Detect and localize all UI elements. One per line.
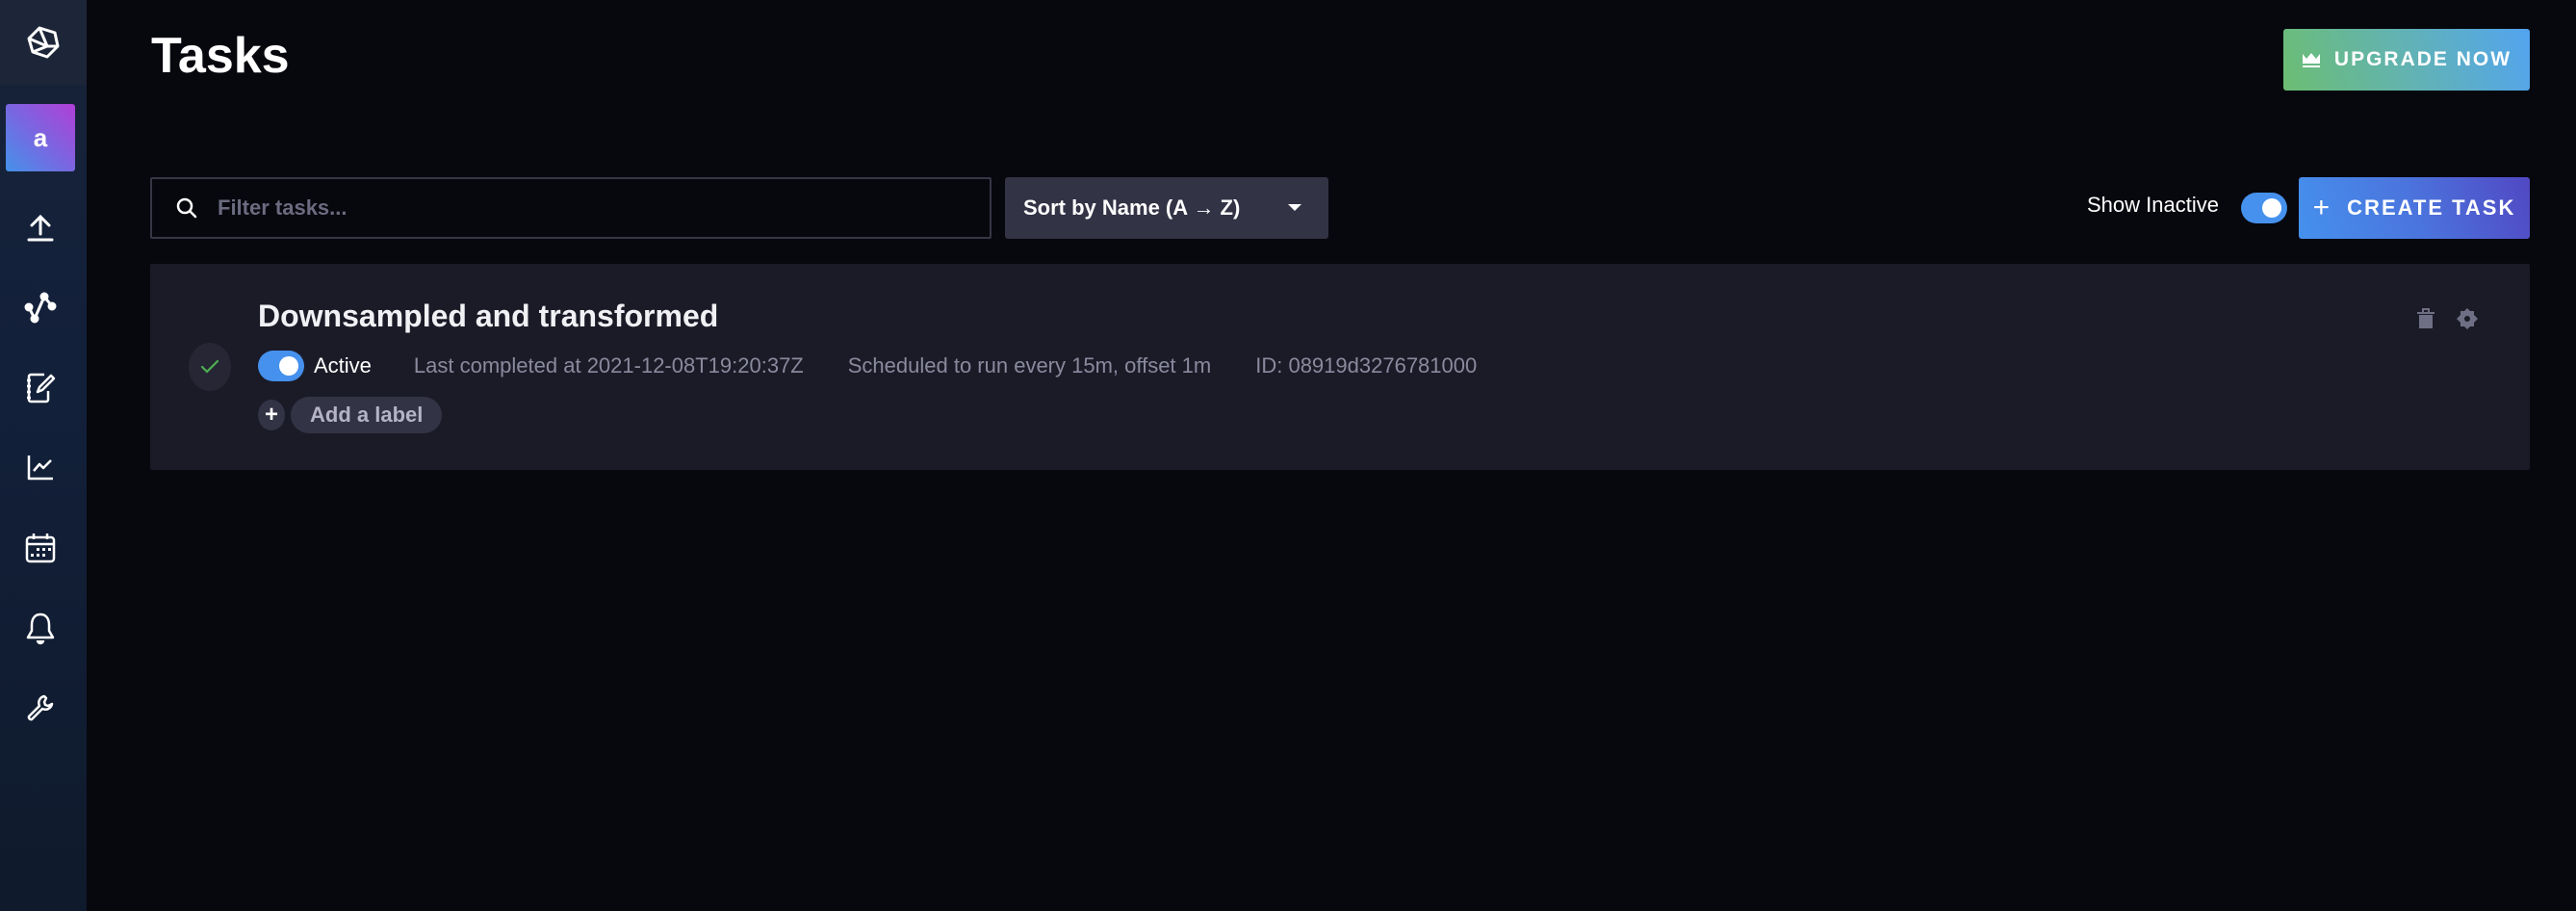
sort-dropdown[interactable]: Sort by Name (A → Z) [1005,177,1328,239]
filter-tasks-field[interactable] [150,177,992,239]
org-avatar[interactable]: a [6,104,75,171]
show-inactive-toggle[interactable] [2241,193,2287,223]
toggle-knob [2262,198,2281,218]
sidebar-item-data-explorer[interactable] [20,287,61,327]
toggle-knob [279,356,298,376]
search-icon [176,197,197,219]
sidebar-item-dashboards[interactable] [20,447,61,487]
bell-icon [26,612,55,645]
home-logo[interactable] [0,0,87,85]
task-labels: + Add a label [258,397,443,433]
task-id: ID: 08919d3276781000 [1255,353,1478,377]
org-initial: a [33,122,48,152]
task-card: Downsampled and transformed Active Last … [150,264,2530,470]
graph-icon [24,292,57,324]
calendar-icon [25,534,56,563]
upgrade-now-button[interactable]: UPGRADE NOW [2283,29,2530,91]
task-name-link[interactable]: Downsampled and transformed [258,299,718,334]
add-label-button[interactable]: Add a label [291,397,443,433]
add-label-plus-button[interactable]: + [258,400,285,430]
sort-dropdown-label: Sort by Name (A → Z) [1023,195,1241,220]
sidebar-item-notebooks[interactable] [20,368,61,408]
caret-down-icon [1288,204,1301,211]
trash-icon[interactable] [2416,308,2435,329]
create-task-button[interactable]: + CREATE TASK [2299,177,2530,239]
upgrade-now-label: UPGRADE NOW [2333,48,2512,70]
task-meta: Active Last completed at 2021-12-08T19:2… [258,351,1477,381]
create-task-label: CREATE TASK [2347,195,2516,220]
sidebar-item-load-data[interactable] [20,208,61,248]
gear-icon[interactable] [2457,308,2478,329]
influx-logo-icon [27,26,60,59]
task-last-completed: Last completed at 2021-12-08T19:20:37Z [413,353,804,377]
task-active-label: Active [314,353,372,377]
notebook-icon [27,373,56,403]
upload-icon [27,214,54,242]
task-schedule: Scheduled to run every 15m, offset 1m [847,353,1212,377]
plus-icon: + [2312,192,2332,223]
sidebar-item-alerts[interactable] [20,609,61,649]
check-icon [200,359,219,374]
show-inactive-label: Show Inactive [2087,193,2219,217]
wrench-icon [27,694,54,721]
sidebar-item-tasks[interactable] [20,528,61,568]
task-active-toggle[interactable] [258,351,304,381]
page-title: Tasks [151,28,290,84]
task-status-indicator [189,343,231,391]
filter-tasks-input[interactable] [218,195,968,221]
sidebar-item-settings[interactable] [20,688,61,728]
sidebar: a [0,0,87,911]
crown-icon [2302,53,2320,67]
chart-icon [27,456,53,481]
